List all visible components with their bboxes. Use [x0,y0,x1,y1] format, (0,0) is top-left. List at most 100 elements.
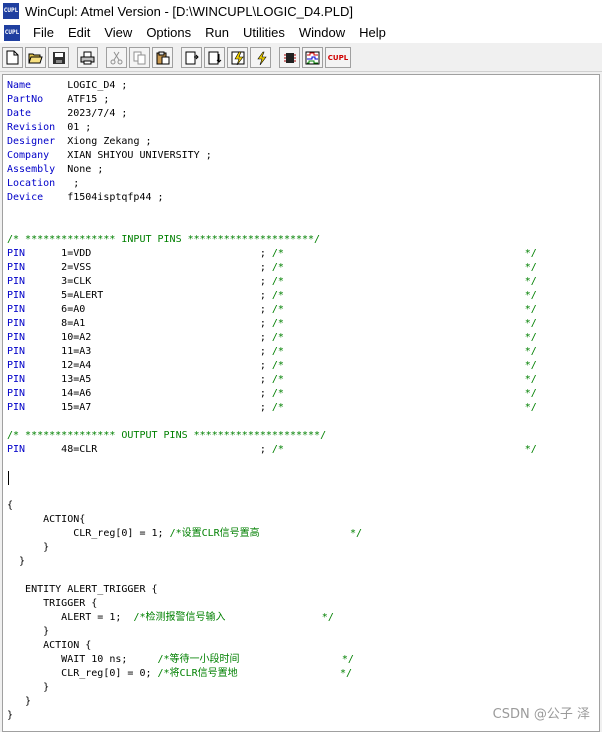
simulate-button[interactable] [227,47,248,68]
wincupl-app-icon[interactable]: CUPL [3,3,19,19]
code-line: PIN 6=A0 ; /* */ [7,303,537,317]
waveform-button[interactable] [302,47,323,68]
menu-edit[interactable]: Edit [61,25,97,40]
watermark: CSDN @公子 泽 [492,707,590,722]
code-line: Assembly None ; [7,163,537,177]
comment-token: /* */ [271,332,537,343]
menu-view[interactable]: View [97,25,139,40]
code-token: 5=ALERT ; [25,290,272,301]
keyword-token: Device [7,192,44,203]
code-line: PIN 2=VSS ; /* */ [7,261,537,275]
code-token: ATF15 ; [43,94,110,105]
keyword-token: PartNo [7,94,44,105]
print-icon [80,51,95,64]
code-line: PIN 8=A1 ; /* */ [7,317,537,331]
copy-icon [133,51,145,64]
new-file-button[interactable] [2,47,23,68]
code-line: PIN 12=A4 ; /* */ [7,359,537,373]
code-token: 10=A2 ; [25,332,272,343]
code-line: PIN 14=A6 ; /* */ [7,387,537,401]
chip-view-icon [283,52,296,63]
menu-options[interactable]: Options [139,25,198,40]
code-line: PIN 48=CLR ; /* */ [7,443,537,457]
keyword-token: PIN [7,374,26,385]
code-line: ALERT = 1; /*检测报警信号输入 */ [7,611,537,625]
code-line: CLR_reg[0] = 0; /*将CLR信号置地 */ [7,667,537,681]
code-line: WAIT 10 ns; /*等待一小段时间 */ [7,653,537,667]
code-token: ACTION{ [7,514,86,525]
code-line: PIN 3=CLK ; /* */ [7,275,537,289]
toolbar: CUPL [0,44,602,72]
keyword-token: PIN [7,346,26,357]
code-token: TRIGGER { [7,598,98,609]
code-line: PIN 13=A5 ; /* */ [7,373,537,387]
menu-run[interactable]: Run [198,25,236,40]
menu-help[interactable]: Help [352,25,393,40]
keyword-token: PIN [7,248,26,259]
code-line: Date 2023/7/4 ; [7,107,537,121]
cut-button[interactable] [106,47,127,68]
save-button[interactable] [48,47,69,68]
code-token: 14=A6 ; [25,388,272,399]
code-editor[interactable]: Name LOGIC_D4 ; PartNo ATF15 ; Date 2023/7… [2,74,600,732]
simulate-icon [231,51,244,65]
keyword-token: PIN [7,332,26,343]
code-token: 12=A4 ; [25,360,272,371]
new-file-icon [6,50,19,65]
print-button[interactable] [77,47,98,68]
keyword-token: PIN [7,402,26,413]
code-token: CLR_reg[0] = 1; [7,528,170,539]
comment-token: /* */ [271,360,537,371]
window-title: WinCupl: Atmel Version - [D:\WINCUPL\LOG… [25,3,353,19]
open-file-button[interactable] [25,47,46,68]
code-token: 01 ; [55,122,92,133]
code-line: } [7,681,537,695]
comment-token: /*等待一小段时间 */ [157,654,354,665]
code-token: 11=A3 ; [25,346,272,357]
cut-icon [110,51,123,64]
paste-icon [156,51,169,64]
code-line: TRIGGER { [7,597,537,611]
keyword-token: Designer [7,136,56,147]
chip-view-button[interactable] [279,47,300,68]
code-token: 48=CLR ; [25,444,272,455]
code-token: 15=A7 ; [25,402,272,413]
code-token: } [7,556,26,567]
keyword-token: PIN [7,388,26,399]
code-token: 2023/7/4 ; [31,108,128,119]
code-line: PartNo ATF15 ; [7,93,537,107]
comment-token: /* *************** OUTPUT PINS *********… [7,430,327,441]
code-token: CLR_reg[0] = 0; [7,668,158,679]
code-line: PIN 5=ALERT ; /* */ [7,289,537,303]
copy-button[interactable] [129,47,150,68]
device-compile-button[interactable] [204,47,225,68]
code-token: ALERT = 1; [7,612,134,623]
keyword-token: PIN [7,304,26,315]
device-simulate-button[interactable] [250,47,271,68]
text-cursor [8,471,9,485]
code-token: 6=A0 ; [25,304,272,315]
code-line: ACTION{ [7,513,537,527]
comment-token: /* */ [271,262,537,273]
paste-button[interactable] [152,47,173,68]
code-line: CLR_reg[0] = 1; /*设置CLR信号置高 */ [7,527,537,541]
menu-file[interactable]: File [26,25,61,40]
cupl-button[interactable]: CUPL [325,47,351,68]
code-line: } [7,695,537,709]
document-system-menu-icon[interactable]: CUPL [4,24,20,41]
device-simulate-icon [256,51,267,65]
code-token: } [7,626,50,637]
code-token: ENTITY ALERT_TRIGGER { [7,584,158,595]
menu-utilities[interactable]: Utilities [236,25,292,40]
code-token: 3=CLK ; [25,276,272,287]
menu-window[interactable]: Window [292,25,352,40]
compile-button[interactable] [181,47,202,68]
code-line: /* *************** OUTPUT PINS *********… [7,429,537,443]
code-token: 8=A1 ; [25,318,272,329]
